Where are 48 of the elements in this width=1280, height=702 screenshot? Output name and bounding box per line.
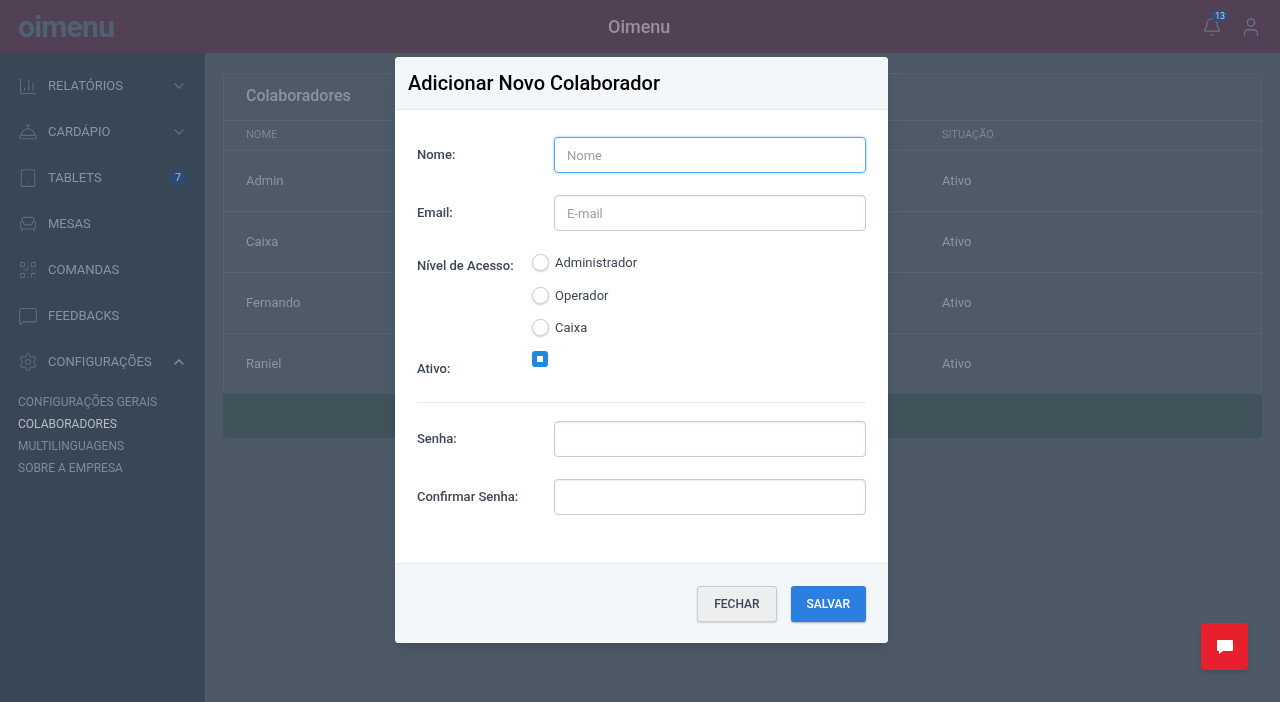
submenu-item[interactable]: MULTILINGUAGENS	[18, 435, 187, 457]
chair-icon	[18, 214, 38, 234]
table-cell-text: Admin	[246, 172, 284, 191]
table-cell-text: Raniel	[246, 355, 282, 374]
submenu-item[interactable]: COLABORADORES	[18, 413, 187, 435]
radio-label: Operador	[555, 286, 609, 305]
sidebar-item[interactable]: MESAS	[48, 214, 187, 234]
submenu-item[interactable]: CONFIGURAÇÕES GERAIS	[18, 391, 187, 413]
field-label: Nível de Acesso:	[417, 257, 515, 275]
sidebar-item[interactable]: COMANDAS	[48, 260, 187, 280]
save-button[interactable]: SALVAR	[790, 585, 866, 622]
sidebar-item[interactable]: CONFIGURAÇÕES	[48, 352, 161, 372]
settings-icon	[18, 352, 38, 372]
checkbox[interactable]	[532, 350, 548, 367]
radio-label: Caixa	[555, 319, 588, 337]
dialog-title: Adicionar Novo Colaborador	[408, 70, 660, 97]
sidebar-item[interactable]: FEEDBACKS	[48, 306, 187, 326]
count-badge: 7	[169, 169, 187, 187]
chat-icon	[18, 306, 38, 326]
app-title: Oimenu	[608, 15, 671, 39]
field-label: Email:	[417, 204, 454, 223]
table-cell-text: Ativo	[942, 355, 973, 374]
cloche-icon	[18, 122, 38, 142]
field-label: Nome:	[417, 146, 457, 165]
table-cell-text: Fernando	[246, 294, 301, 313]
sidebar-item[interactable]: RELATÓRIOS	[48, 76, 161, 96]
table-cell-text: Ativo	[942, 172, 973, 191]
table-cell-text: Caixa	[246, 233, 279, 252]
page-title: Colaboradores	[246, 86, 351, 105]
sidebar-item[interactable]: CARDÁPIO	[48, 122, 161, 142]
input-field[interactable]	[554, 421, 866, 457]
submenu-item[interactable]: SOBRE A EMPRESA	[18, 457, 187, 479]
field-label: Confirmar Senha:	[417, 488, 520, 507]
field-label: Senha:	[417, 430, 458, 449]
input-field[interactable]: E-mail	[554, 195, 866, 231]
input-field[interactable]: Nome	[554, 137, 866, 173]
input-field[interactable]	[554, 479, 866, 515]
close-button[interactable]: FECHAR	[697, 585, 777, 622]
radio-label: Administrador	[555, 254, 638, 272]
notification-badge: 13	[1212, 9, 1229, 22]
tablet-icon	[18, 168, 38, 188]
sidebar-item[interactable]: TABLETS	[48, 168, 159, 188]
chat-button[interactable]	[1201, 623, 1248, 670]
qr-code-icon	[18, 260, 38, 280]
field-label: Ativo:	[417, 359, 452, 378]
bar-chart-icon	[18, 76, 38, 96]
table-cell-text: Ativo	[942, 294, 973, 313]
table-cell-text: Ativo	[942, 233, 973, 252]
